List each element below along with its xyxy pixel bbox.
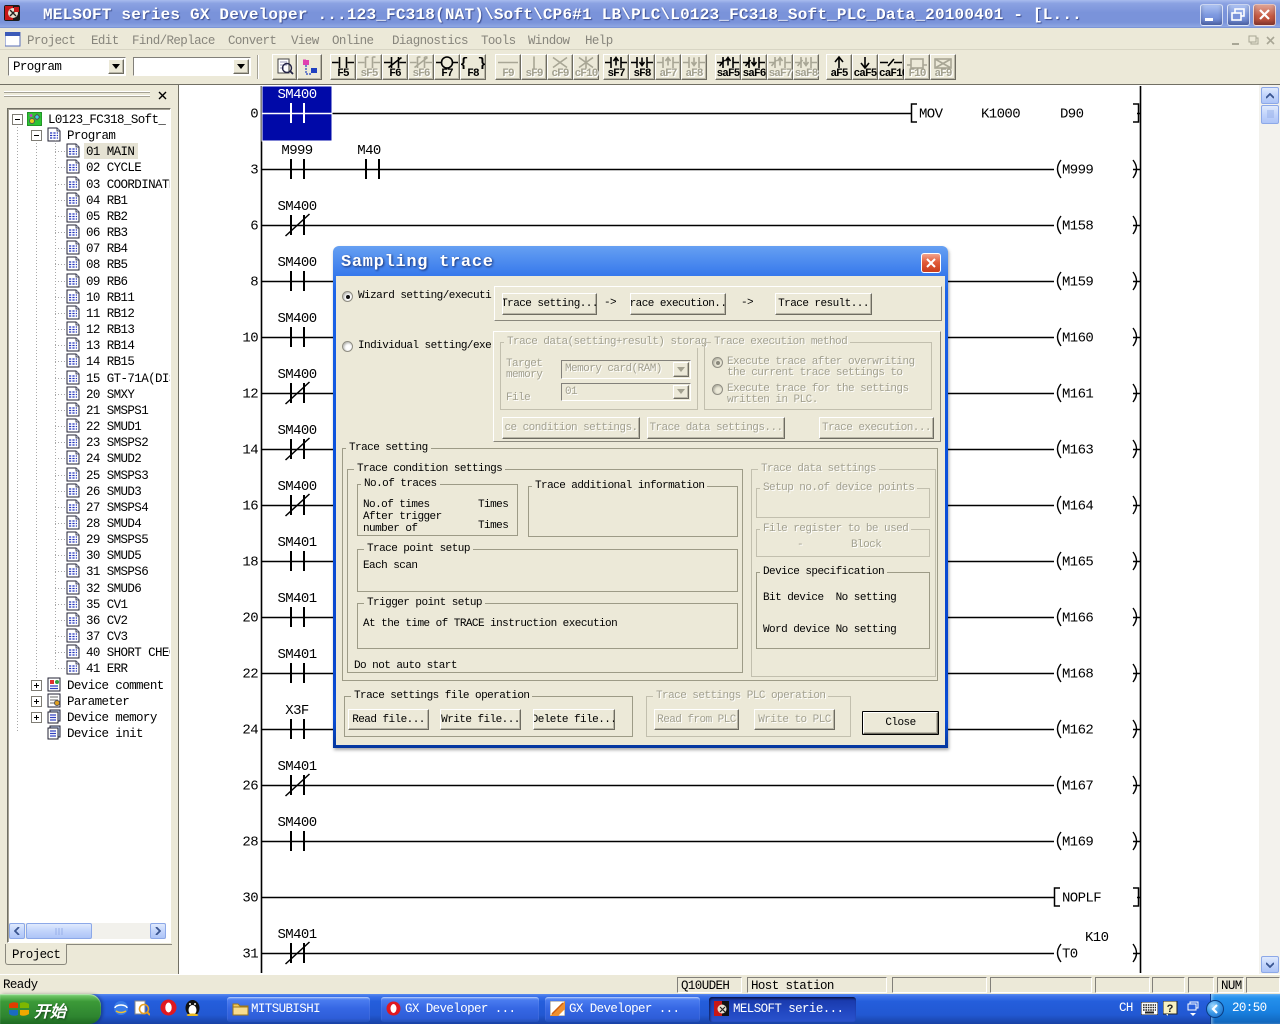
svg-text:SM400: SM400 xyxy=(277,423,316,439)
svg-text:M163: M163 xyxy=(1062,443,1093,459)
svg-text:10: 10 xyxy=(242,331,258,347)
svg-text:16: 16 xyxy=(242,499,258,515)
svg-text:SM400: SM400 xyxy=(277,367,316,383)
svg-text:26: 26 xyxy=(242,779,258,795)
svg-text:SM401: SM401 xyxy=(277,591,316,607)
svg-text:M160: M160 xyxy=(1062,331,1093,347)
svg-text:24: 24 xyxy=(242,723,258,739)
svg-text:M168: M168 xyxy=(1062,667,1093,683)
svg-text:28: 28 xyxy=(242,835,258,851)
svg-text:SM401: SM401 xyxy=(277,759,316,775)
svg-text:SM400: SM400 xyxy=(277,199,316,215)
svg-text:SM400: SM400 xyxy=(277,311,316,327)
svg-text:M162: M162 xyxy=(1062,723,1093,739)
svg-text:SM401: SM401 xyxy=(277,927,316,943)
svg-text:M158: M158 xyxy=(1062,219,1093,235)
svg-text:T0: T0 xyxy=(1062,947,1078,963)
svg-text:MOV: MOV xyxy=(919,107,944,123)
svg-text:M169: M169 xyxy=(1062,835,1093,851)
svg-text:D90: D90 xyxy=(1060,107,1084,123)
svg-text:6: 6 xyxy=(250,219,258,235)
svg-text:NOPLF: NOPLF xyxy=(1062,891,1101,907)
svg-text:M40: M40 xyxy=(357,143,381,159)
svg-text:14: 14 xyxy=(242,443,258,459)
svg-text:SM401: SM401 xyxy=(277,535,316,551)
svg-text:M165: M165 xyxy=(1062,555,1093,571)
svg-text:M167: M167 xyxy=(1062,779,1093,795)
svg-text:M999: M999 xyxy=(1062,163,1093,179)
svg-text:SM400: SM400 xyxy=(277,815,316,831)
svg-text:SM400: SM400 xyxy=(277,255,316,271)
svg-text:0: 0 xyxy=(250,107,258,123)
svg-text:22: 22 xyxy=(242,667,258,683)
svg-text:K10: K10 xyxy=(1085,930,1109,946)
svg-text:31: 31 xyxy=(242,947,258,963)
svg-text:18: 18 xyxy=(242,555,258,571)
svg-text:M159: M159 xyxy=(1062,275,1093,291)
svg-text:M164: M164 xyxy=(1062,499,1093,515)
svg-text:X3F: X3F xyxy=(285,703,309,719)
svg-text:3: 3 xyxy=(250,163,258,179)
svg-text:8: 8 xyxy=(250,275,258,291)
svg-text:SM400: SM400 xyxy=(277,479,316,495)
svg-text:30: 30 xyxy=(242,891,258,907)
svg-text:20: 20 xyxy=(242,611,258,627)
svg-text:K1000: K1000 xyxy=(981,107,1020,123)
svg-text:M166: M166 xyxy=(1062,611,1093,627)
svg-text:SM400: SM400 xyxy=(277,87,316,103)
svg-text:M999: M999 xyxy=(281,143,312,159)
svg-text:12: 12 xyxy=(242,387,258,403)
svg-text:M161: M161 xyxy=(1062,387,1093,403)
svg-text:SM401: SM401 xyxy=(277,647,316,663)
